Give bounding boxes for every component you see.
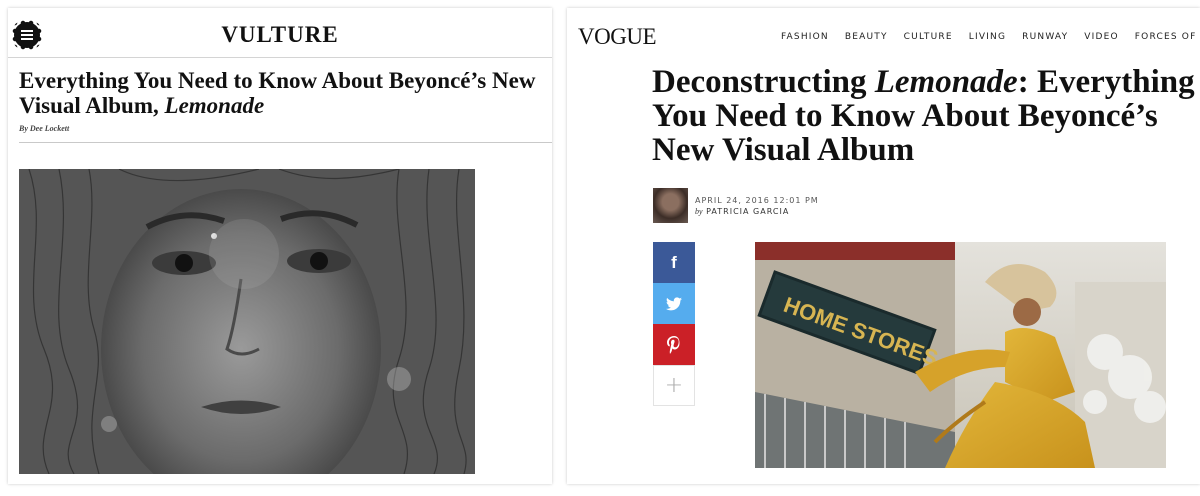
vulture-title-text: Everything You Need to Know About Beyonc… — [19, 68, 536, 118]
more-share-button[interactable]: + — [653, 365, 695, 406]
vogue-hero-image: HOME STORES — [755, 242, 1166, 468]
plus-icon: + — [664, 372, 684, 398]
author-avatar[interactable] — [653, 188, 688, 223]
vulture-title-italic: Lemonade — [164, 93, 265, 118]
vogue-logo[interactable]: VOGUE — [578, 24, 657, 50]
twitter-icon — [666, 296, 682, 310]
pinterest-icon — [667, 335, 680, 354]
facebook-icon: f — [671, 252, 677, 272]
vulture-byline[interactable]: By Dee Lockett — [19, 124, 69, 133]
article-date: APRIL 24, 2016 12:01 PM — [695, 196, 819, 205]
facebook-share-button[interactable]: f — [653, 242, 695, 283]
vulture-hero-image — [19, 169, 475, 474]
nav-item-culture[interactable]: CULTURE — [904, 32, 953, 42]
vogue-title-italic: Lemonade — [874, 64, 1018, 100]
vulture-article-title: Everything You Need to Know About Beyonc… — [19, 68, 549, 118]
vogue-header: VOGUE FASHION BEAUTY CULTURE LIVING RUNW… — [567, 8, 1200, 58]
nav-item-living[interactable]: LIVING — [969, 32, 1006, 42]
twitter-share-button[interactable] — [653, 283, 695, 324]
article-author: by PATRICIA GARCIA — [695, 207, 789, 216]
vulture-article-screenshot: VULTURE Everything You Need to Know Abou… — [8, 8, 552, 484]
by-label: by — [695, 207, 703, 216]
vogue-nav: FASHION BEAUTY CULTURE LIVING RUNWAY VID… — [781, 32, 1200, 42]
vulture-header: VULTURE — [8, 8, 552, 58]
vogue-article-title: Deconstructing Lemonade: Everything You … — [652, 65, 1200, 167]
vulture-logo[interactable]: VULTURE — [8, 22, 552, 48]
vogue-title-prefix: Deconstructing — [652, 64, 875, 100]
pinterest-share-button[interactable] — [653, 324, 695, 365]
nav-item-fashion[interactable]: FASHION — [781, 32, 829, 42]
face-portrait-illustration — [19, 169, 475, 474]
divider — [19, 142, 552, 143]
nav-item-forces-of-fashion[interactable]: FORCES OF FA — [1135, 32, 1200, 42]
street-dancer-illustration: HOME STORES — [755, 242, 1166, 468]
nav-item-runway[interactable]: RUNWAY — [1022, 32, 1068, 42]
nav-item-video[interactable]: VIDEO — [1084, 32, 1119, 42]
vogue-article-screenshot: VOGUE FASHION BEAUTY CULTURE LIVING RUNW… — [567, 8, 1200, 484]
nav-item-beauty[interactable]: BEAUTY — [845, 32, 888, 42]
author-name[interactable]: PATRICIA GARCIA — [706, 207, 789, 216]
